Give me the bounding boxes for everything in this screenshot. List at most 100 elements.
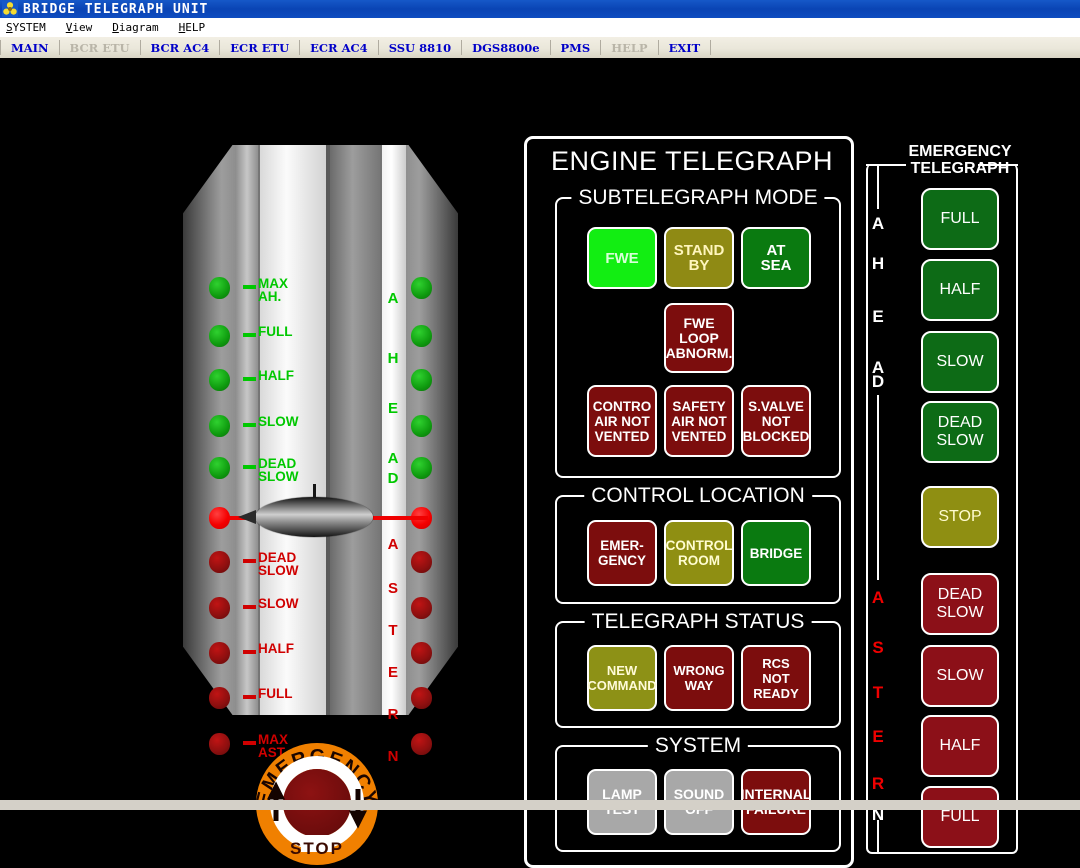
emergency-telegraph-ahead-letter-0: A (871, 214, 885, 233)
telegraph-label-astern-3: FULL (258, 686, 293, 701)
menu-item-view-rest: iew (72, 20, 93, 34)
tab-dgs8800e[interactable]: DGS8800e (462, 41, 549, 55)
telegraph-label-astern-0: DEAD SLOW (258, 550, 299, 578)
tab-exit[interactable]: EXIT (659, 41, 711, 55)
telegraph-lamp-ahead-left-0 (209, 277, 230, 299)
telegraph-label-astern-1: SLOW (258, 596, 299, 611)
emergency-telegraph-stop[interactable]: STOP (921, 486, 999, 548)
telegraph-ahead-letter-4: D (387, 470, 399, 487)
subtelegraph-mode-button-s-valve[interactable]: S.VALVE NOT BLOCKED (741, 385, 811, 457)
telegraph-band-b (260, 145, 326, 715)
control-location-button-bridge[interactable]: BRIDGE (741, 520, 811, 586)
emergency-telegraph-astern-slow[interactable]: SLOW (921, 645, 999, 707)
subtelegraph-mode-button-fwe-loop-abnorm[interactable]: FWE LOOP ABNORM. (664, 303, 734, 373)
emergency-telegraph-astern-half[interactable]: HALF (921, 715, 999, 777)
telegraph-ahead-letter-1: H (387, 350, 399, 367)
module-tabbar: MAIN BCR ETU BCR AC4 ECR ETU ECR AC4 SSU 8810… (0, 37, 1080, 60)
telegraph-lamp-astern-right-2 (411, 642, 432, 664)
subtelegraph-mode-button-contro[interactable]: CONTRO AIR NOT VENTED (587, 385, 657, 457)
telegraph-lamp-astern-right-1 (411, 597, 432, 619)
emergency-telegraph-astern-letter-2: T (872, 683, 884, 702)
main-canvas: MAX AH. FULL HALF SLOW DEAD SLOW DEAD SLOW SLO… (0, 60, 1080, 868)
telegraph-lamp-astern-left-1 (209, 597, 230, 619)
telegraph-pointer-line-right (373, 516, 428, 520)
subtelegraph-mode-button-at[interactable]: AT SEA (741, 227, 811, 289)
control-location-button-emer-gency[interactable]: EMER- GENCY (587, 520, 657, 586)
telegraph-tick-ahead-4 (243, 465, 256, 469)
tab-pms[interactable]: PMS (551, 41, 601, 55)
telegraph-astern-letter-1: S (387, 580, 398, 597)
telegraph-tick-ahead-0 (243, 285, 256, 289)
emergency-telegraph-ahead-letter-1: H (871, 254, 885, 273)
emergency-telegraph-ahead-letter-2: E (872, 307, 884, 326)
subtelegraph-mode-button-stand[interactable]: STAND BY (664, 227, 734, 289)
telegraph-astern-letter-3: E (387, 664, 398, 681)
subtelegraph-mode-legend: SUBTELEGRAPH MODE (571, 186, 825, 210)
control-location-group: CONTROL LOCATION EMER- GENCY CONTROL ROOM… (555, 484, 841, 604)
telegraph-astern-letter-2: T (388, 622, 398, 639)
subtelegraph-mode-button-safety[interactable]: SAFETY AIR NOT VENTED (664, 385, 734, 457)
telegraph-ahead-letter-3: A (387, 450, 399, 467)
telegraph-tick-ahead-1 (243, 333, 256, 337)
subtelegraph-mode-group: SUBTELEGRAPH MODE FWE STAND BY AT SEA FWE L… (555, 186, 841, 478)
window-titlebar: BRIDGE TELEGRAPH UNIT (0, 0, 1080, 18)
tab-ssu-8810[interactable]: SSU 8810 (379, 41, 461, 55)
telegraph-lamp-ahead-left-2 (209, 369, 230, 391)
telegraph-status-group: TELEGRAPH STATUS NEW COMMAND WRONG WAY RCS… (555, 610, 841, 728)
telegraph-lamp-astern-left-2 (209, 642, 230, 664)
telegraph-lamp-ahead-right-3 (411, 415, 432, 437)
emergency-telegraph-astern-letter-4: R (871, 774, 885, 793)
emergency-telegraph-rule-bottom (877, 820, 879, 854)
menu-item-view[interactable]: View (66, 21, 93, 34)
telegraph-tick-astern-4 (243, 741, 256, 745)
telegraph-astern-letter-4: R (387, 706, 399, 723)
tab-main[interactable]: MAIN (1, 41, 59, 55)
emergency-telegraph-rule-middle (877, 395, 879, 580)
telegraph-tick-astern-1 (243, 605, 256, 609)
telegraph-lamp-ahead-left-1 (209, 325, 230, 347)
emergency-telegraph-astern-dead-slow[interactable]: DEAD SLOW (921, 573, 999, 635)
telegraph-tick-astern-3 (243, 695, 256, 699)
emergency-telegraph-ahead-slow[interactable]: SLOW (921, 331, 999, 393)
menu-item-system[interactable]: SYSTEM (6, 21, 46, 34)
emergency-telegraph-ahead-letter-4: D (871, 372, 885, 391)
telegraph-label-ahead-0: MAX AH. (258, 276, 288, 304)
telegraph-lamp-astern-left-3 (209, 687, 230, 709)
menubar: SYSTEM View Diagram HELP (0, 18, 1080, 37)
tab-bcr-etu: BCR ETU (69, 40, 130, 55)
emergency-telegraph-astern-letter-0: A (871, 588, 885, 607)
telegraph-ahead-letter-0: A (387, 290, 399, 307)
tab-separator (710, 40, 712, 55)
telegraph-lamp-astern-right-0 (411, 551, 432, 573)
telegraph-lever-handle[interactable] (238, 484, 373, 537)
menu-item-help[interactable]: HELP (179, 21, 206, 34)
tab-bcr-ac4[interactable]: BCR AC4 (141, 41, 220, 55)
emergency-telegraph-ahead-full[interactable]: FULL (921, 188, 999, 250)
engine-telegraph-panel: ENGINE TELEGRAPH SUBTELEGRAPH MODE FWE ST… (524, 136, 854, 868)
tab-ecr-etu[interactable]: ECR ETU (220, 41, 299, 55)
mechanical-telegraph: MAX AH. FULL HALF SLOW DEAD SLOW DEAD SLOW SLO… (183, 145, 458, 764)
system-legend: SYSTEM (647, 734, 749, 758)
telegraph-lamp-ahead-left-3 (209, 415, 230, 437)
telegraph-lamp-ahead-right-4 (411, 457, 432, 479)
subtelegraph-mode-button-fwe[interactable]: FWE (587, 227, 657, 289)
telegraph-status-button-new[interactable]: NEW COMMAND (587, 645, 657, 711)
emergency-telegraph-ahead-dead-slow[interactable]: DEAD SLOW (921, 401, 999, 463)
telegraph-lamp-astern-right-3 (411, 687, 432, 709)
telegraph-lamp-astern-left-4 (209, 733, 230, 755)
telegraph-status-button-wrong[interactable]: WRONG WAY (664, 645, 734, 711)
system-group: SYSTEM LAMP TESTSOUND OFFINTERNAL FAILUR… (555, 734, 841, 852)
telegraph-lamp-ahead-right-1 (411, 325, 432, 347)
telegraph-label-astern-2: HALF (258, 641, 294, 656)
control-location-button-controlroom[interactable]: CONTROL ROOM (664, 520, 734, 586)
menu-item-diagram[interactable]: Diagram (112, 21, 158, 34)
emergency-telegraph-rule-top (877, 164, 879, 209)
emergency-stop-label: STOP (290, 839, 344, 858)
telegraph-astern-letter-0: A (387, 536, 399, 553)
telegraph-status-button-rcs[interactable]: RCS NOT READY (741, 645, 811, 711)
control-location-legend: CONTROL LOCATION (584, 484, 812, 508)
emergency-telegraph-ahead-half[interactable]: HALF (921, 259, 999, 321)
emergency-telegraph-astern-full[interactable]: FULL (921, 786, 999, 848)
tab-ecr-ac4[interactable]: ECR AC4 (300, 41, 378, 55)
telegraph-lamp-ahead-left-4 (209, 457, 230, 479)
